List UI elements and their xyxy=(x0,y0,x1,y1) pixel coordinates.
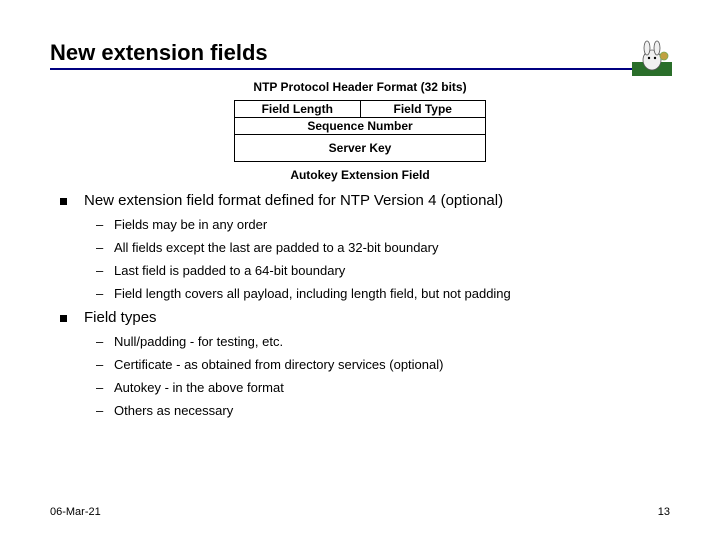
sub-item: Fields may be in any order xyxy=(108,217,670,232)
packet-diagram: Field Length Field Type Sequence Number … xyxy=(234,100,486,162)
bullet-item: New extension field format defined for N… xyxy=(76,192,670,301)
packet-field-length: Field Length xyxy=(235,101,361,117)
bullet-text: New extension field format defined for N… xyxy=(84,192,503,209)
rabbit-logo xyxy=(632,40,672,76)
sub-item: Field length covers all payload, includi… xyxy=(108,286,670,301)
sub-item: Autokey - in the above format xyxy=(108,380,670,395)
footer-page-number: 13 xyxy=(658,506,670,518)
packet-sequence-number: Sequence Number xyxy=(235,118,485,134)
bullet-text: Field types xyxy=(84,309,157,326)
sub-item: Last field is padded to a 64-bit boundar… xyxy=(108,263,670,278)
packet-subcaption: Autokey Extension Field xyxy=(50,168,670,182)
sub-item: Certificate - as obtained from directory… xyxy=(108,357,670,372)
sub-list: Fields may be in any order All fields ex… xyxy=(84,217,670,301)
bullet-list: New extension field format defined for N… xyxy=(50,192,670,418)
packet-server-key: Server Key xyxy=(235,135,485,161)
sub-item: Others as necessary xyxy=(108,403,670,418)
slide-title: New extension fields xyxy=(50,40,670,66)
sub-list: Null/padding - for testing, etc. Certifi… xyxy=(84,334,670,418)
packet-header-caption: NTP Protocol Header Format (32 bits) xyxy=(50,80,670,94)
sub-item: Null/padding - for testing, etc. xyxy=(108,334,670,349)
packet-field-type: Field Type xyxy=(361,101,486,117)
sub-item: All fields except the last are padded to… xyxy=(108,240,670,255)
bullet-item: Field types Null/padding - for testing, … xyxy=(76,309,670,418)
footer-date: 06-Mar-21 xyxy=(50,506,101,518)
